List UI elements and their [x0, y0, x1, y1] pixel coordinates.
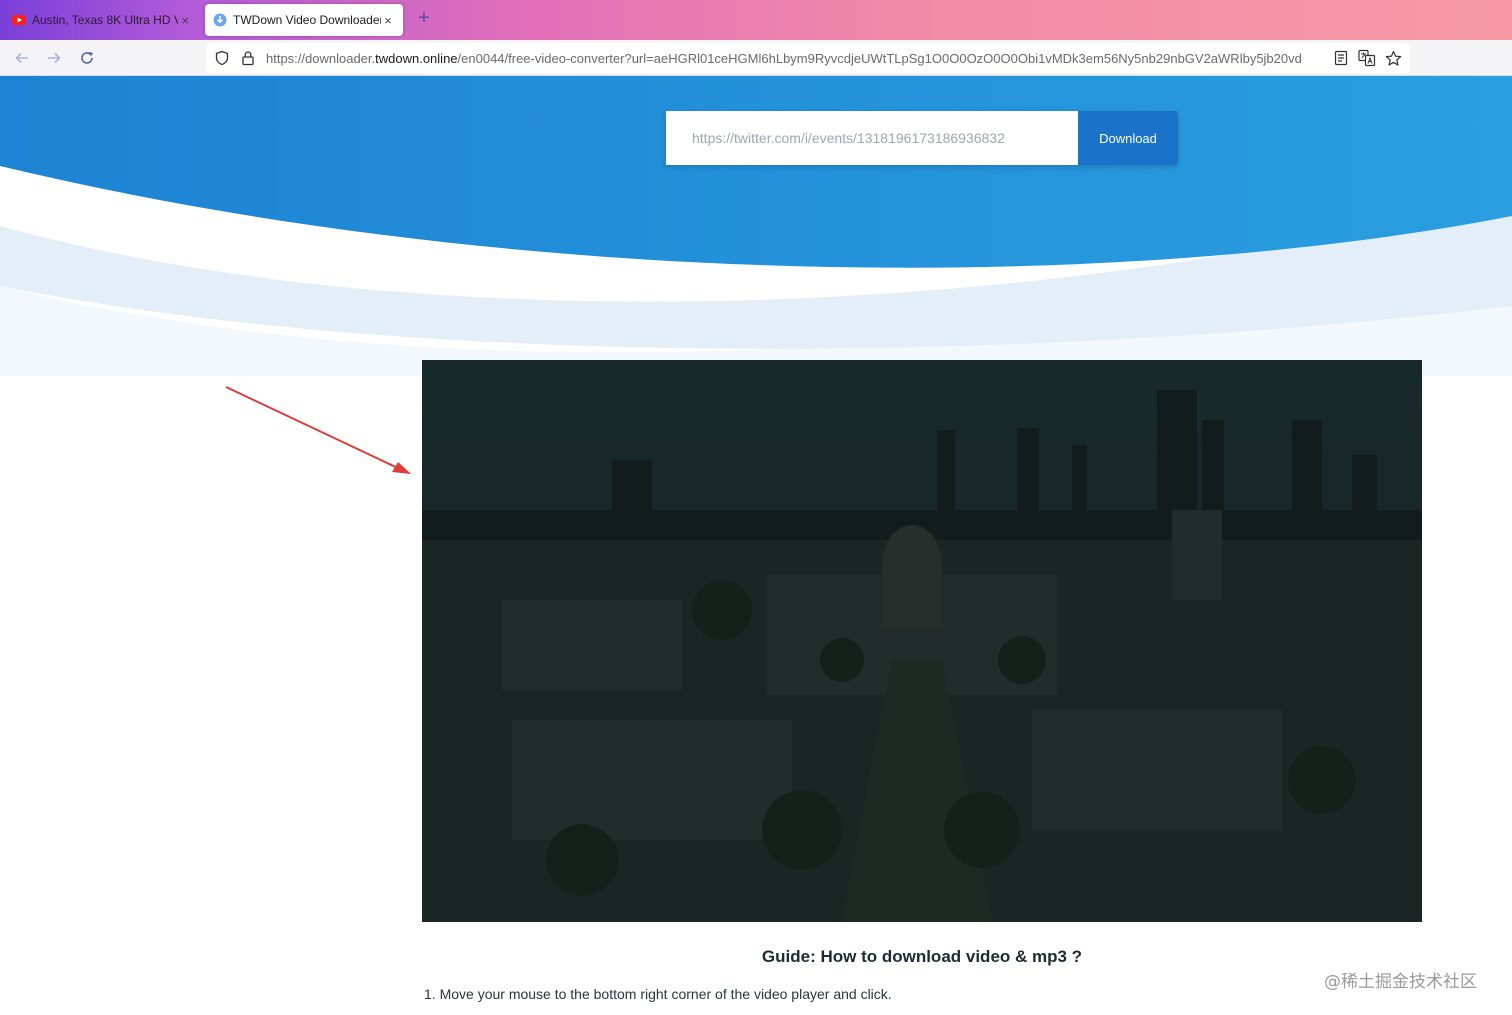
tab-title: TWDown Video Downloader	[233, 13, 381, 27]
video-url-input[interactable]	[666, 111, 1078, 165]
close-icon[interactable]: ×	[178, 13, 192, 28]
watermark-text: @稀土掘金技术社区	[1324, 972, 1477, 992]
guide-title: Guide: How to download video & mp3 ?	[761, 947, 1083, 966]
address-bar[interactable]: https://downloader.twdown.online/en0044/…	[206, 43, 1410, 73]
tab-bar: Austin, Texas 8K Ultra HD Vid × TWDown V…	[0, 0, 1512, 40]
reader-view-icon[interactable]	[1332, 48, 1350, 68]
youtube-icon	[12, 13, 26, 27]
tab-twdown[interactable]: TWDown Video Downloader ×	[205, 4, 403, 36]
tab-youtube[interactable]: Austin, Texas 8K Ultra HD Vid ×	[4, 4, 200, 36]
twdown-icon	[213, 13, 227, 27]
guide-step-1: 1. Move your mouse to the bottom right c…	[424, 986, 892, 1002]
download-button[interactable]: Download	[1078, 111, 1178, 165]
new-tab-button[interactable]: +	[413, 7, 435, 33]
url-host: twdown.online	[375, 50, 458, 66]
back-icon[interactable]	[10, 46, 34, 70]
shield-icon[interactable]	[212, 48, 232, 68]
navigation-bar: https://downloader.twdown.online/en0044/…	[0, 40, 1512, 76]
video-player[interactable]	[422, 360, 1422, 922]
tab-title: Austin, Texas 8K Ultra HD Vid	[32, 13, 178, 27]
page-content: Download	[0, 76, 1512, 1015]
url-path: /en0044/free-video-converter?url=aeHGRl0…	[457, 50, 1302, 66]
translate-icon[interactable]	[1358, 48, 1376, 68]
forward-icon[interactable]	[42, 46, 66, 70]
url-text[interactable]: https://downloader.twdown.online/en0044/…	[266, 51, 1326, 66]
url-prefix: https://downloader.	[266, 50, 376, 66]
bookmark-star-icon[interactable]	[1384, 48, 1402, 68]
url-search-form: Download	[666, 111, 1178, 165]
video-frame-city-aerial	[422, 360, 1422, 922]
red-arrow-annotation	[225, 386, 411, 474]
close-icon[interactable]: ×	[381, 13, 395, 28]
reload-icon[interactable]	[75, 46, 99, 70]
lock-icon[interactable]	[238, 48, 258, 68]
